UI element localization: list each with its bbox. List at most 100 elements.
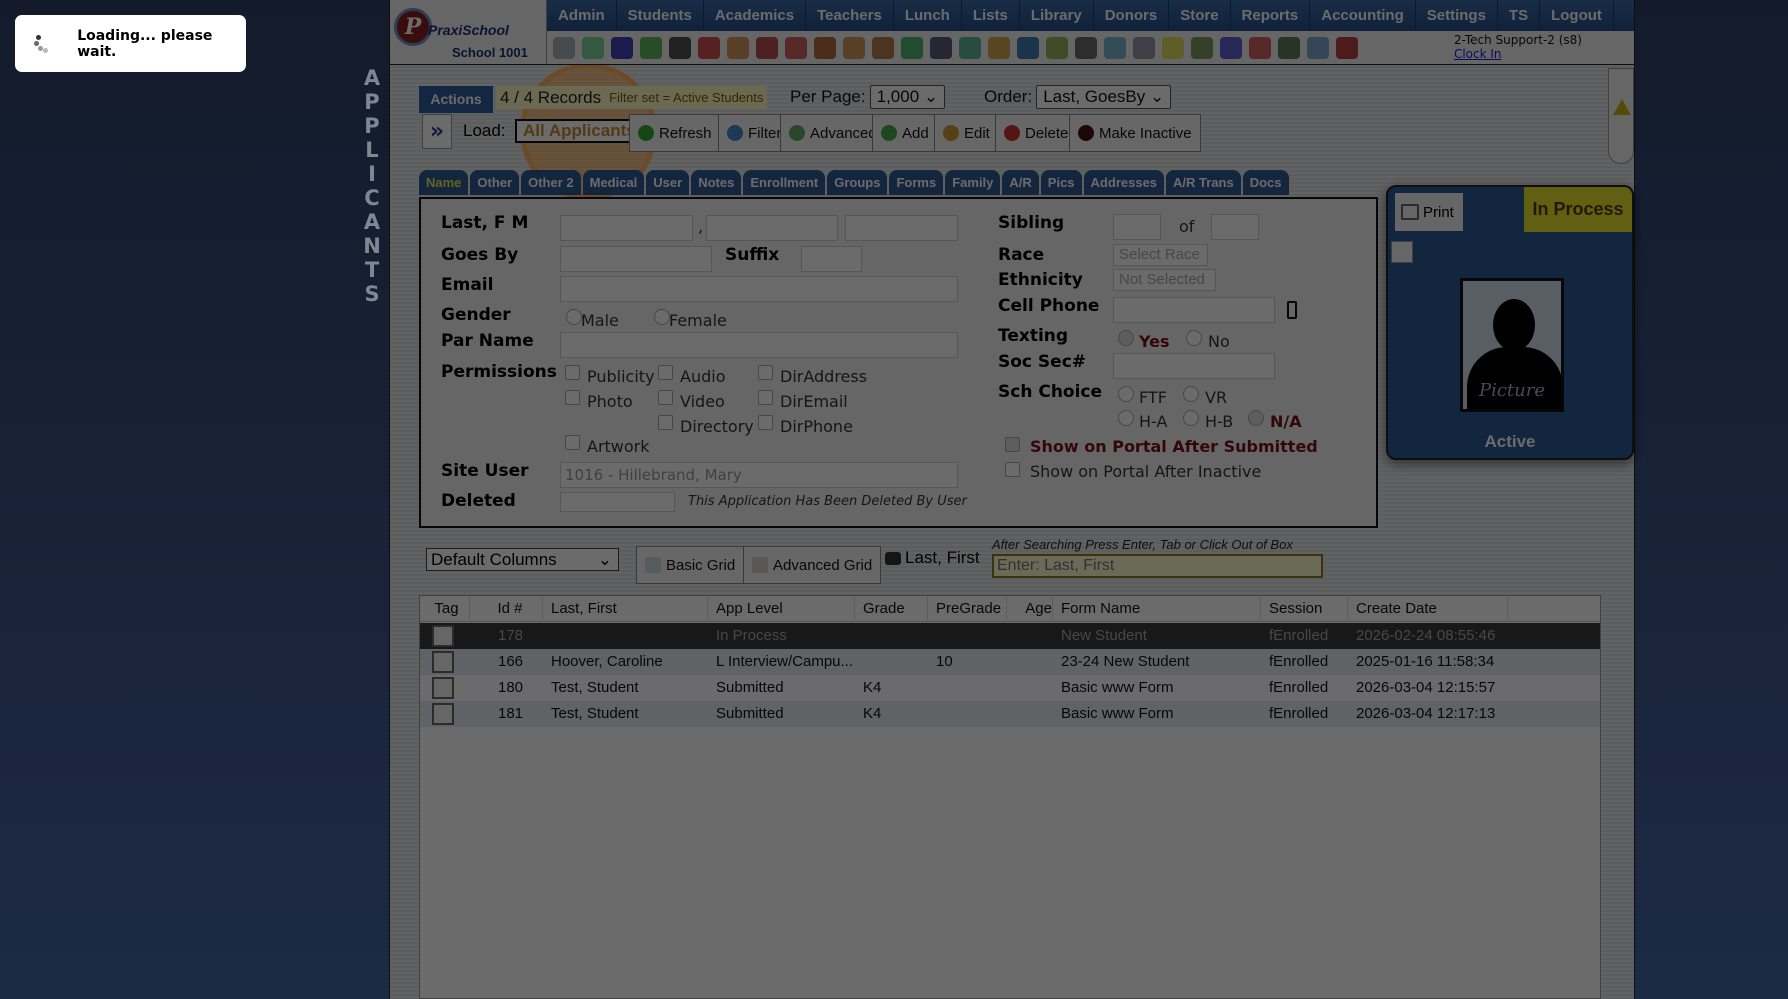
sch-ftf-radio[interactable] <box>1118 386 1134 402</box>
toolbar-icon[interactable] <box>698 36 720 59</box>
table-row[interactable]: 166 Hoover, Caroline L Interview/Campu... 1… <box>420 649 1600 675</box>
table-row[interactable]: 180 Test, Student Submitted K4 Basic www For… <box>420 675 1600 701</box>
mobile-phone-icon[interactable] <box>1287 301 1297 319</box>
toolbar-icon[interactable] <box>1220 36 1242 59</box>
texting-yes-radio[interactable] <box>1118 330 1134 346</box>
edit-button[interactable]: Edit <box>934 114 999 152</box>
toolbar-icon[interactable] <box>1307 36 1329 59</box>
nav-logout[interactable]: Logout <box>1540 0 1614 31</box>
toolbar-icon[interactable] <box>1191 36 1213 59</box>
cell-phone-input[interactable] <box>1113 297 1275 323</box>
perm-dirphone-checkbox[interactable] <box>758 415 773 430</box>
sch-ha-radio[interactable] <box>1118 410 1134 426</box>
toolbar-icon[interactable] <box>611 36 633 59</box>
soc-sec-input[interactable] <box>1113 353 1275 379</box>
row-tag-checkbox[interactable] <box>432 625 454 647</box>
toolbar-icon[interactable] <box>1104 36 1126 59</box>
advanced-grid-button[interactable]: Advanced Grid <box>743 546 882 584</box>
nav-library[interactable]: Library <box>1020 0 1094 31</box>
tab-user[interactable]: User <box>646 170 690 195</box>
column-header[interactable]: PreGrade <box>936 596 1007 622</box>
nav-store[interactable]: Store <box>1169 0 1231 31</box>
basic-grid-button[interactable]: Basic Grid <box>636 546 745 584</box>
nav-lunch[interactable]: Lunch <box>894 0 962 31</box>
column-header[interactable]: App Level <box>716 596 855 622</box>
column-header[interactable]: Age <box>1015 596 1053 622</box>
expand-chevrons-icon[interactable]: » <box>422 114 452 149</box>
site-user-input[interactable]: 1016 - Hillebrand, Mary <box>560 462 958 488</box>
perm-diremail-checkbox[interactable] <box>758 390 773 405</box>
logo[interactable]: P PraxiSchool School 1001 <box>390 0 547 65</box>
last-name-input[interactable] <box>560 215 693 241</box>
perm-directory-checkbox[interactable] <box>658 415 673 430</box>
tab-family[interactable]: Family <box>945 170 1001 195</box>
refresh-button[interactable]: Refresh <box>629 114 721 152</box>
column-header[interactable]: Id # <box>478 596 543 622</box>
nav-accounting[interactable]: Accounting <box>1310 0 1416 31</box>
toolbar-icon[interactable] <box>1017 36 1039 59</box>
sch-na-radio[interactable] <box>1248 410 1264 426</box>
tab-other-2[interactable]: Other 2 <box>521 170 581 195</box>
row-tag-checkbox[interactable] <box>432 651 454 673</box>
sch-hb-radio[interactable] <box>1183 410 1199 426</box>
tab-other[interactable]: Other <box>470 170 520 195</box>
nav-donors[interactable]: Donors <box>1094 0 1170 31</box>
middle-input[interactable] <box>845 215 958 241</box>
advanced-button[interactable]: Advanced <box>780 114 886 152</box>
tab-addresses[interactable]: Addresses <box>1083 170 1165 195</box>
perm-photo-checkbox[interactable] <box>565 390 580 405</box>
table-row[interactable]: 178 In Process New Student fEnrolled 2026-02… <box>420 623 1600 649</box>
toolbar-icon[interactable] <box>727 36 749 59</box>
toolbar-icon[interactable] <box>785 36 807 59</box>
clock-in-link[interactable]: Clock In <box>1454 47 1582 61</box>
column-header[interactable]: Session <box>1269 596 1348 622</box>
table-row[interactable]: 181 Test, Student Submitted K4 Basic www For… <box>420 701 1600 727</box>
portal-inactive-checkbox[interactable] <box>1005 462 1020 477</box>
tab-notes[interactable]: Notes <box>691 170 742 195</box>
toolbar-icon[interactable] <box>1162 36 1184 59</box>
nav-reports[interactable]: Reports <box>1231 0 1311 31</box>
per-page-select[interactable]: 1,000 ⌄ <box>869 85 946 109</box>
column-header[interactable]: Form Name <box>1061 596 1261 622</box>
toolbar-icon[interactable] <box>1133 36 1155 59</box>
toolbar-icon[interactable] <box>814 36 836 59</box>
toolbar-icon[interactable] <box>1249 36 1271 59</box>
toolbar-icon[interactable] <box>756 36 778 59</box>
tab-medical[interactable]: Medical <box>582 170 645 195</box>
perm-artwork-checkbox[interactable] <box>565 435 580 450</box>
print-button[interactable]: Print <box>1395 193 1463 231</box>
search-input[interactable] <box>992 554 1323 578</box>
nav-students[interactable]: Students <box>617 0 704 31</box>
add-button[interactable]: Add <box>872 114 938 152</box>
student-photo[interactable]: Picture <box>1460 278 1564 412</box>
perm-diraddress-checkbox[interactable] <box>758 365 773 380</box>
par-name-input[interactable] <box>560 332 958 358</box>
toolbar-icon[interactable] <box>1046 36 1068 59</box>
nav-admin[interactable]: Admin <box>547 0 617 31</box>
toolbar-icon[interactable] <box>1278 36 1300 59</box>
sibling-input[interactable] <box>1113 214 1161 240</box>
card-checkbox[interactable] <box>1391 241 1413 263</box>
nav-academics[interactable]: Academics <box>704 0 807 31</box>
toolbar-icon[interactable] <box>901 36 923 59</box>
deleted-input[interactable] <box>560 492 675 512</box>
portal-submitted-checkbox[interactable] <box>1005 437 1020 452</box>
perm-audio-checkbox[interactable] <box>658 365 673 380</box>
gender-male-radio[interactable] <box>566 309 582 325</box>
make-inactive-button[interactable]: Make Inactive <box>1069 114 1201 152</box>
race-select[interactable]: Select Race ⌄ <box>1113 244 1208 283</box>
toolbar-icon[interactable] <box>959 36 981 59</box>
row-tag-checkbox[interactable] <box>432 677 454 699</box>
texting-no-radio[interactable] <box>1186 330 1202 346</box>
delete-button[interactable]: Delete <box>995 114 1078 152</box>
tab-pics[interactable]: Pics <box>1040 170 1082 195</box>
first-name-input[interactable] <box>706 215 838 241</box>
toolbar-icon[interactable] <box>872 36 894 59</box>
toolbar-icon[interactable] <box>1075 36 1097 59</box>
sch-vr-radio[interactable] <box>1183 386 1199 402</box>
suffix-input[interactable] <box>801 246 862 272</box>
tab-enrollment[interactable]: Enrollment <box>743 170 826 195</box>
gender-female-radio[interactable] <box>654 309 670 325</box>
tab-name[interactable]: Name <box>419 170 469 195</box>
goes-by-input[interactable] <box>560 246 712 272</box>
